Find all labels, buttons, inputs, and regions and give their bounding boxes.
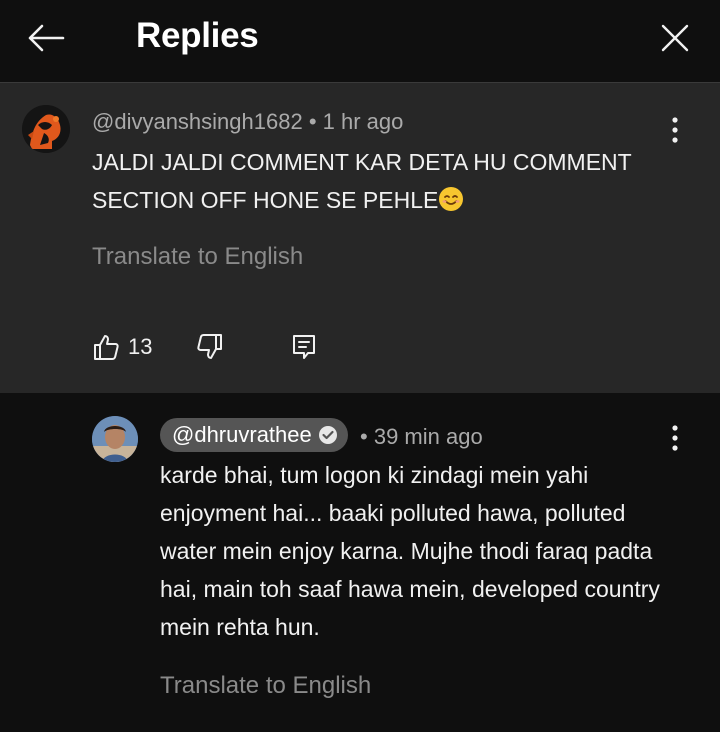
avatar[interactable] [22, 105, 70, 153]
like-count: 13 [128, 334, 153, 359]
translate-button[interactable]: Translate to English [160, 672, 371, 700]
reply-comment-icon [293, 335, 315, 359]
thumbs-up-icon [94, 335, 119, 360]
comment-body: JALDI JALDI COMMENT KAR DETA HU COMMENT … [92, 149, 632, 213]
meta-separator: • [360, 424, 368, 449]
avatar[interactable] [92, 416, 138, 462]
dislike-button[interactable] [196, 333, 224, 366]
comment-meta: @divyanshsingh1682 • 1 hr ago [92, 109, 403, 135]
parent-comment: @divyanshsingh1682 • 1 hr ago JALDI JALD… [0, 83, 720, 393]
close-button[interactable] [652, 16, 698, 60]
back-button[interactable] [22, 18, 70, 58]
translate-button[interactable]: Translate to English [92, 243, 303, 271]
comment-text: karde bhai, tum logon ki zindagi mein ya… [160, 462, 660, 640]
comment-meta: • 39 min ago [360, 424, 483, 450]
more-options-button[interactable] [663, 112, 687, 148]
meta-separator: • [308, 109, 317, 134]
reply-button[interactable] [290, 333, 318, 366]
verified-check-icon [318, 425, 338, 445]
replies-header: Replies [0, 0, 720, 83]
author-name: @dhruvrathee [172, 422, 312, 447]
comment-time: 39 min ago [373, 424, 483, 449]
more-options-button[interactable] [663, 420, 687, 456]
page-title: Replies [136, 16, 259, 55]
author-name-pill[interactable]: @dhruvrathee [160, 418, 348, 452]
thumbs-down-icon [197, 334, 222, 359]
arrow-left-icon [28, 24, 65, 52]
avatar-image [92, 416, 138, 462]
avatar-image [22, 105, 70, 153]
reply-comment: @dhruvrathee • 39 min ago karde bhai, tu… [0, 394, 720, 732]
like-button[interactable]: 13 [92, 333, 152, 361]
more-vertical-icon [672, 425, 678, 451]
comment-text: JALDI JALDI COMMENT KAR DETA HU COMMENT … [92, 143, 652, 223]
comment-time: 1 hr ago [322, 109, 404, 134]
close-icon [661, 24, 689, 52]
smiling-face-emoji [438, 185, 464, 223]
author-name[interactable]: @divyanshsingh1682 [92, 109, 303, 134]
more-vertical-icon [672, 117, 678, 143]
